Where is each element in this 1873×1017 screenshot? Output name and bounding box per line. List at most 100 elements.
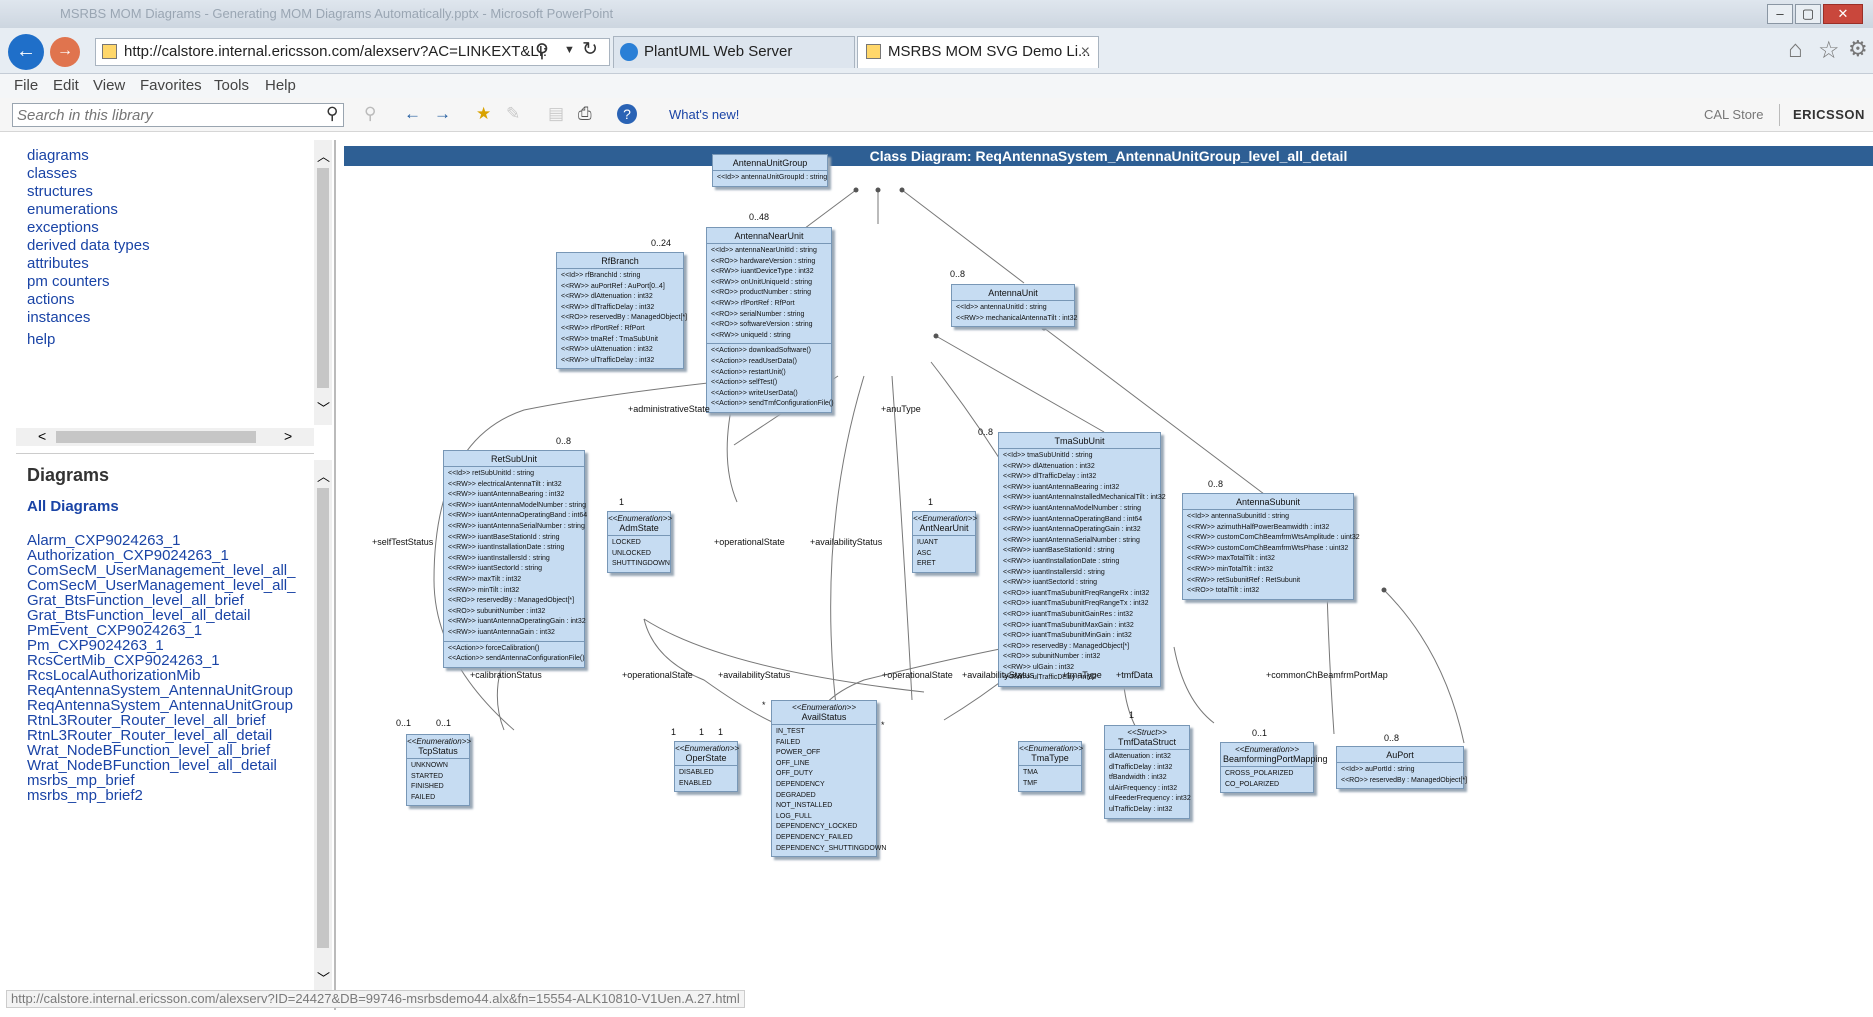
- role-label: +operationalState: [882, 670, 953, 680]
- link-actions[interactable]: actions: [27, 291, 75, 308]
- class-antennaunit[interactable]: AntennaUnit <<Id>> antennaUnitId : string…: [951, 284, 1077, 328]
- enum-antnearunit[interactable]: <<Enumeration>> AntNearUnit IUANT ASC ERET: [912, 511, 977, 573]
- chevron-up-icon[interactable]: ︿: [317, 146, 330, 165]
- chevron-down-icon[interactable]: ﹀: [317, 968, 330, 987]
- menu-file[interactable]: File: [14, 77, 38, 94]
- search-icon[interactable]: ⚲: [326, 104, 338, 124]
- attribute-row: FAILED: [411, 793, 436, 801]
- dropdown-icon[interactable]: ▼: [564, 44, 575, 56]
- class-header: TmaSubUnit: [999, 433, 1160, 449]
- enum-beamformingportmapping[interactable]: <<Enumeration>> BeamformingPortMapping CRO…: [1220, 742, 1328, 794]
- note-icon[interactable]: ✎: [506, 104, 520, 124]
- back-arrow-icon[interactable]: ←: [404, 104, 421, 124]
- horizontal-scrollbar[interactable]: < >: [16, 428, 314, 446]
- back-button[interactable]: ←: [8, 34, 44, 70]
- menu-favorites[interactable]: Favorites: [140, 77, 202, 94]
- enum-availstatus[interactable]: <<Enumeration>> AvailStatus IN_TEST FAILED P…: [771, 700, 886, 858]
- link-instances[interactable]: instances: [27, 309, 90, 326]
- class-auport[interactable]: AuPort <<Id>> auPortId : string <<RO>> res…: [1336, 746, 1467, 790]
- class-header: <<Enumeration>> OperState: [675, 742, 739, 766]
- print-icon[interactable]: ⎙: [578, 104, 592, 124]
- attribute-row: <<RO>> iuantTmaSubunitGainRes : int32: [1003, 610, 1133, 618]
- class-antennaunitgroup[interactable]: AntennaUnitGroup <<Id>> antennaUnitGroupI…: [712, 154, 828, 187]
- tab-msrbs[interactable]: MSRBS MOM SVG Demo Li... ×: [857, 36, 1099, 68]
- class-antennasubunit[interactable]: AntennaSubunit <<Id>> antennaSubunitId : …: [1182, 493, 1360, 600]
- minimize-button[interactable]: –: [1767, 4, 1793, 24]
- forward-arrow-icon[interactable]: →: [434, 104, 451, 124]
- attribute-row: <<RW>> iuantAntennaInstalledMechanicalTi…: [1003, 494, 1166, 502]
- whats-new-link[interactable]: What's new!: [669, 107, 739, 122]
- home-icon[interactable]: ⌂: [1788, 36, 1803, 64]
- attribute-row: <<RW>> rfPortRef : RfPort: [711, 299, 795, 307]
- role-label: +operationalState: [622, 670, 693, 680]
- link-structures[interactable]: structures: [27, 183, 93, 200]
- class-rfbranch[interactable]: RfBranch <<Id>> rfBranchId : string <<RW>>…: [556, 252, 687, 370]
- link-classes[interactable]: classes: [27, 165, 77, 182]
- enum-tmatype[interactable]: <<Enumeration>> TmaType TMA TMF: [1018, 741, 1083, 793]
- menu-tools[interactable]: Tools: [214, 77, 249, 94]
- class-retsubunit[interactable]: RetSubUnit <<Id>> retSubUnitId : string <<…: [443, 450, 587, 668]
- scroll-thumb[interactable]: [317, 488, 329, 948]
- class-stereotype: <<Enumeration>>: [608, 514, 673, 523]
- menu-edit[interactable]: Edit: [53, 77, 79, 94]
- class-name: TmaSubUnit: [999, 433, 1160, 449]
- settings-gear-icon[interactable]: ⚙: [1848, 36, 1868, 62]
- attribute-row: OFF_DUTY: [776, 770, 813, 778]
- diagram-viewer: Class Diagram: ReqAntennaSystem_AntennaU…: [344, 140, 1873, 1010]
- zoom-icon[interactable]: ⚲: [364, 104, 376, 124]
- chevron-left-icon[interactable]: <: [38, 428, 46, 444]
- cal-store-link[interactable]: CAL Store: [1704, 107, 1764, 122]
- bookmark-star-icon[interactable]: ★: [476, 104, 491, 124]
- action-row: <<Action>> writeUserData(): [711, 389, 798, 397]
- help-icon[interactable]: ?: [617, 104, 637, 124]
- menu-help[interactable]: Help: [265, 77, 296, 94]
- attribute-row: <<RW>> minTotalTilt : int32: [1187, 565, 1273, 573]
- enum-tcpstatus[interactable]: <<Enumeration>> TcpStatus UNKNOWN STARTED FI…: [406, 734, 471, 807]
- action-row: <<Action>> restartUnit(): [711, 368, 786, 376]
- refresh-icon[interactable]: ↻: [582, 38, 598, 61]
- link-attributes[interactable]: attributes: [27, 255, 89, 272]
- chevron-down-icon[interactable]: ﹀: [317, 398, 330, 417]
- class-header: AntennaUnit: [952, 285, 1074, 301]
- link-diagrams[interactable]: diagrams: [27, 147, 89, 164]
- link-pm-counters[interactable]: pm counters: [27, 273, 110, 290]
- class-stereotype: <<Struct>>: [1127, 728, 1167, 737]
- link-help[interactable]: help: [27, 331, 55, 348]
- address-bar[interactable]: http://calstore.internal.ericsson.com/al…: [95, 38, 610, 66]
- diagram-link[interactable]: msrbs_mp_brief2: [27, 787, 143, 804]
- attribute-row: <<RO>> iuantTmaSubunitFreqRangeTx : int3…: [1003, 600, 1149, 608]
- library-search-input[interactable]: [12, 103, 344, 127]
- tab-plantuml[interactable]: PlantUML Web Server: [613, 36, 855, 68]
- scroll-thumb[interactable]: [56, 431, 256, 443]
- maximize-button[interactable]: ▢: [1795, 4, 1821, 24]
- search-icon[interactable]: ⚲: [535, 40, 549, 63]
- chevron-right-icon[interactable]: >: [284, 428, 292, 444]
- attribute-row: <<RW>> iuantInstallersId : string: [1003, 568, 1105, 576]
- chevron-up-icon[interactable]: ︿: [317, 466, 330, 485]
- scroll-thumb[interactable]: [317, 168, 329, 388]
- menu-view[interactable]: View: [93, 77, 125, 94]
- tab-label: MSRBS MOM SVG Demo Li...: [888, 43, 1091, 60]
- class-attributes: LOCKED UNLOCKED SHUTTINGDOWN: [608, 536, 670, 572]
- enum-admstate[interactable]: <<Enumeration>> AdmState LOCKED UNLOCKED SHU…: [607, 511, 673, 573]
- close-window-button[interactable]: ✕: [1823, 4, 1863, 24]
- link-all-diagrams[interactable]: All Diagrams: [27, 498, 119, 515]
- attribute-row: <<RO>> subunitNumber : int32: [1003, 653, 1101, 661]
- forward-button[interactable]: →: [50, 37, 80, 67]
- top-scrollbar[interactable]: ︿ ﹀: [314, 140, 332, 425]
- pdf-icon[interactable]: ▤: [548, 104, 564, 124]
- class-tmasubunit[interactable]: TmaSubUnit <<Id>> tmaSubUnitId : string <<…: [998, 432, 1166, 688]
- class-name: AvailStatus: [772, 712, 876, 725]
- diagrams-scrollbar[interactable]: ︿ ﹀: [314, 460, 332, 995]
- enum-operstate[interactable]: <<Enumeration>> OperState DISABLED ENABLED: [674, 741, 739, 793]
- favorites-star-icon[interactable]: ☆: [1818, 36, 1840, 65]
- close-tab-icon[interactable]: ×: [1081, 37, 1090, 67]
- link-derived-data-types[interactable]: derived data types: [27, 237, 150, 254]
- line-asu-beamforming: [1326, 589, 1335, 735]
- link-exceptions[interactable]: exceptions: [27, 219, 99, 236]
- role-label: +availabilityStatus: [962, 670, 1035, 680]
- struct-tmfdatastruct[interactable]: <<Struct>> TmfDataStruct dlAttenuation : i…: [1104, 725, 1191, 819]
- attribute-row: <<RW>> iuantAntennaOperatingGain : int32: [1003, 526, 1141, 534]
- class-antennanearunit[interactable]: AntennaNearUnit <<Id>> antennaNearUnitId …: [706, 227, 834, 413]
- link-enumerations[interactable]: enumerations: [27, 201, 118, 218]
